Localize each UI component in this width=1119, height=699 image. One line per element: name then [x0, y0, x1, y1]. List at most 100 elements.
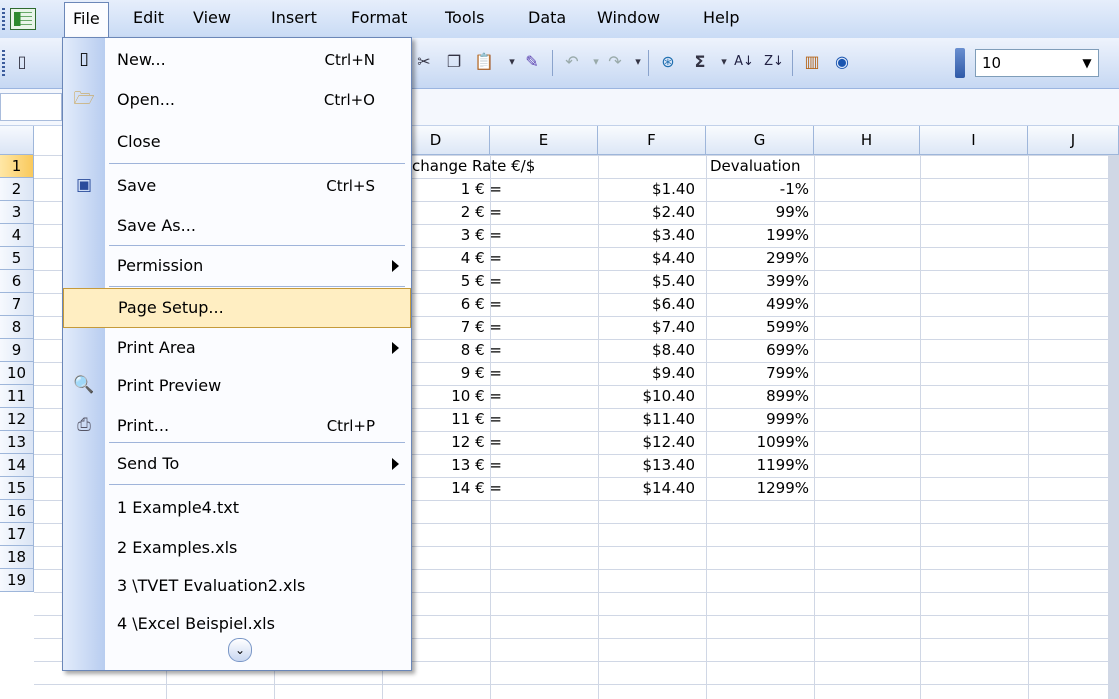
row-header-6[interactable]: 6 [0, 270, 34, 293]
row-header-15[interactable]: 15 [0, 477, 34, 500]
menu-item-page-setup[interactable]: Page Setup... [63, 288, 411, 328]
cell-g-11[interactable]: 899% [706, 385, 809, 408]
row-header-7[interactable]: 7 [0, 293, 34, 316]
cell-f-14[interactable]: $13.40 [598, 454, 696, 477]
row-header-10[interactable]: 10 [0, 362, 34, 385]
row-header-2[interactable]: 2 [0, 178, 34, 201]
cell-f-11[interactable]: $10.40 [598, 385, 696, 408]
menu-format[interactable]: Format [343, 2, 415, 34]
cell-g-3[interactable]: 99% [706, 201, 809, 224]
sort-ascending-icon[interactable]: A↓ [732, 50, 756, 74]
row-header-14[interactable]: 14 [0, 454, 34, 477]
hyperlink-icon[interactable]: ⊛ [656, 50, 680, 74]
row-header-19[interactable]: 19 [0, 569, 34, 592]
cell-f-12[interactable]: $11.40 [598, 408, 696, 431]
menu-item-print[interactable]: ⎙ Print... Ctrl+P [63, 406, 411, 446]
menu-tools[interactable]: Tools [437, 2, 492, 34]
menu-view[interactable]: View [185, 2, 239, 34]
menu-item-new[interactable]: ▯ New... Ctrl+N [63, 40, 411, 80]
menubar-grip[interactable] [2, 8, 5, 30]
row-header-12[interactable]: 12 [0, 408, 34, 431]
redo-icon[interactable]: ↷ [603, 50, 627, 74]
toolbar-grip[interactable] [2, 50, 5, 76]
menu-item-send-to[interactable]: Send To [63, 444, 411, 484]
column-header-g[interactable]: G [706, 126, 814, 155]
cell-g-9[interactable]: 699% [706, 339, 809, 362]
menu-item-save-as[interactable]: Save As... [63, 206, 411, 246]
select-all-corner[interactable] [0, 126, 34, 155]
row-header-9[interactable]: 9 [0, 339, 34, 362]
row-header-17[interactable]: 17 [0, 523, 34, 546]
row-header-11[interactable]: 11 [0, 385, 34, 408]
menu-item-print-preview[interactable]: 🔍 Print Preview [63, 366, 411, 406]
cell-g-14[interactable]: 1199% [706, 454, 809, 477]
menu-item-close[interactable]: Close [63, 122, 411, 162]
chart-wizard-icon[interactable]: ▥ [800, 50, 824, 74]
menu-file[interactable]: File [64, 2, 109, 38]
menu-item-recent-3[interactable]: 3 \TVET Evaluation2.xls [63, 566, 411, 606]
menu-item-permission[interactable]: Permission [63, 246, 411, 286]
cell-f-10[interactable]: $9.40 [598, 362, 695, 385]
column-header-h[interactable]: H [814, 126, 920, 155]
column-header-e[interactable]: E [490, 126, 598, 155]
cell-g-2[interactable]: -1% [706, 178, 809, 201]
menu-edit[interactable]: Edit [125, 2, 172, 34]
cell-f-8[interactable]: $7.40 [598, 316, 695, 339]
cell-f-2[interactable]: $1.40 [598, 178, 695, 201]
cell-f-15[interactable]: $14.40 [598, 477, 696, 500]
row-header-16[interactable]: 16 [0, 500, 34, 523]
sort-descending-icon[interactable]: Z↓ [762, 50, 786, 74]
cell-f-3[interactable]: $2.40 [598, 201, 695, 224]
cut-icon[interactable]: ✂ [412, 50, 436, 74]
undo-icon[interactable]: ↶ [560, 50, 584, 74]
row-header-8[interactable]: 8 [0, 316, 34, 339]
menu-insert[interactable]: Insert [263, 2, 325, 34]
cell-f-4[interactable]: $3.40 [598, 224, 695, 247]
row-header-18[interactable]: 18 [0, 546, 34, 569]
menu-data[interactable]: Data [520, 2, 574, 34]
menu-help[interactable]: Help [695, 2, 747, 34]
row-header-4[interactable]: 4 [0, 224, 34, 247]
cell-g1[interactable]: Devaluation [710, 155, 800, 178]
menu-item-recent-1[interactable]: 1 Example4.txt [63, 488, 411, 528]
cell-g-15[interactable]: 1299% [706, 477, 809, 500]
row-header-5[interactable]: 5 [0, 247, 34, 270]
font-size-select[interactable]: 10 ▼ [975, 49, 1099, 77]
menu-window[interactable]: Window [589, 2, 668, 34]
expand-menu-chevron-icon[interactable]: ⌄ [228, 638, 252, 662]
column-header-j[interactable]: J [1028, 126, 1119, 155]
cell-g-12[interactable]: 999% [706, 408, 809, 431]
cell-g-13[interactable]: 1099% [706, 431, 809, 454]
cell-g-6[interactable]: 399% [706, 270, 809, 293]
excel-app-icon[interactable] [10, 8, 36, 30]
cell-f-9[interactable]: $8.40 [598, 339, 695, 362]
format-painter-icon[interactable]: ✎ [520, 50, 544, 74]
copy-icon[interactable]: ❐ [442, 50, 466, 74]
name-box[interactable] [0, 93, 62, 121]
row-header-3[interactable]: 3 [0, 201, 34, 224]
cell-g-5[interactable]: 299% [706, 247, 809, 270]
menu-item-open[interactable]: 🗁 Open... Ctrl+O [63, 80, 411, 120]
autosum-icon[interactable]: Σ [688, 50, 712, 74]
cell-f-13[interactable]: $12.40 [598, 431, 696, 454]
paste-icon[interactable]: 📋 [472, 50, 496, 74]
row-header-13[interactable]: 13 [0, 431, 34, 454]
help-icon[interactable]: ◉ [830, 50, 854, 74]
cell-g-7[interactable]: 499% [706, 293, 809, 316]
cell-f-7[interactable]: $6.40 [598, 293, 695, 316]
toolbar-options-grip[interactable] [955, 48, 965, 78]
cell-g-10[interactable]: 799% [706, 362, 809, 385]
redo-dropdown-icon[interactable]: ▾ [626, 50, 650, 74]
menu-item-recent-2[interactable]: 2 Examples.xls [63, 528, 411, 568]
new-icon[interactable]: ▯ [10, 50, 34, 74]
chevron-down-icon[interactable]: ▼ [1078, 52, 1096, 74]
menu-item-save[interactable]: ▣ Save Ctrl+S [63, 166, 411, 206]
menu-item-print-area[interactable]: Print Area [63, 328, 411, 368]
column-header-f[interactable]: F [598, 126, 706, 155]
cell-f-5[interactable]: $4.40 [598, 247, 695, 270]
cell-d1[interactable]: change Rate €/$ [412, 155, 535, 178]
row-header-1[interactable]: 1 [0, 155, 34, 178]
cell-g-4[interactable]: 199% [706, 224, 809, 247]
column-header-i[interactable]: I [920, 126, 1028, 155]
cell-f-6[interactable]: $5.40 [598, 270, 695, 293]
